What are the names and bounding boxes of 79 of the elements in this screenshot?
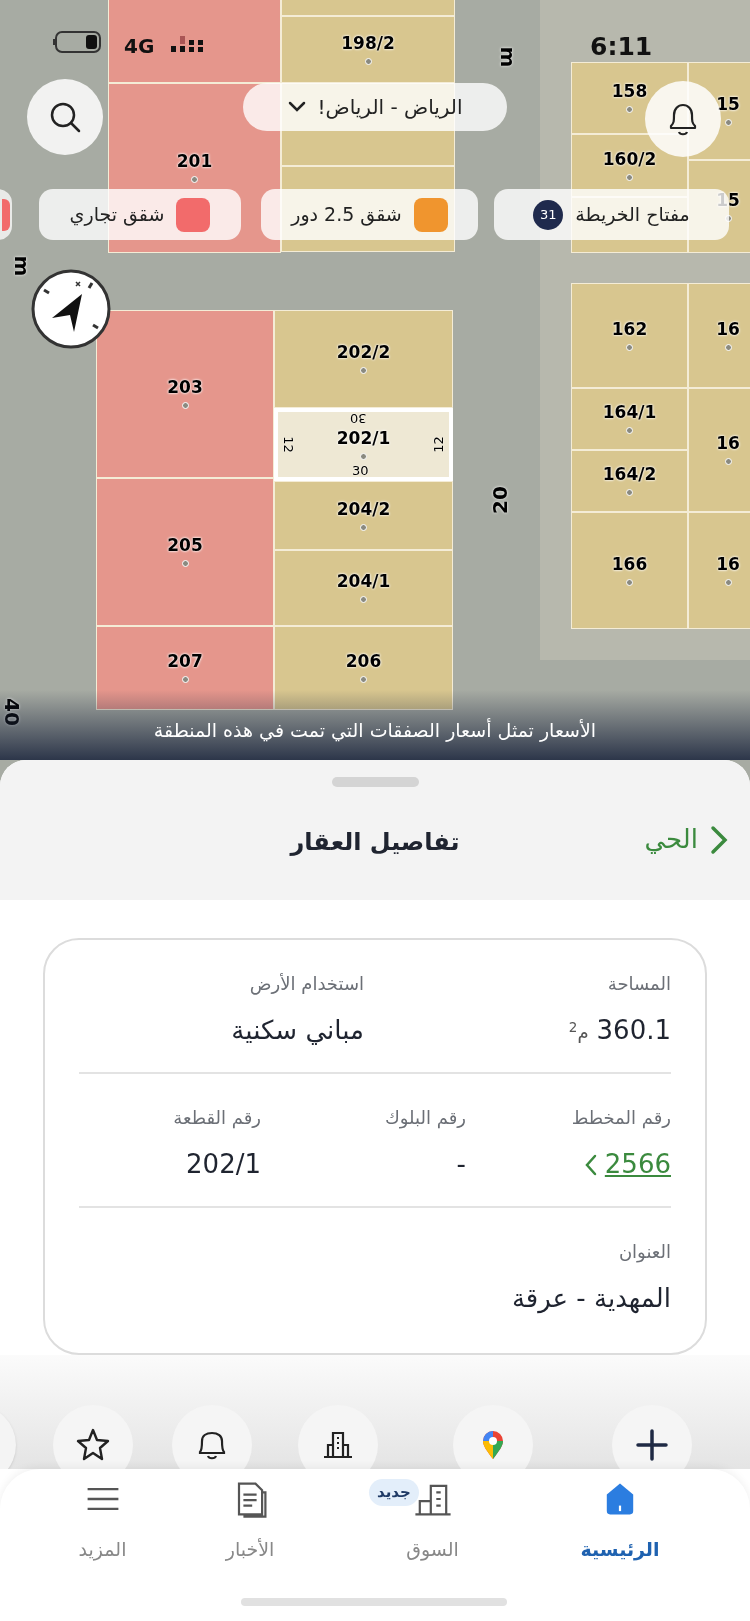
plot-number: 202/2 — [336, 344, 391, 361]
land-plot[interactable]: 164/1 — [571, 388, 688, 450]
field-label: العنوان — [618, 1240, 671, 1265]
compass-icon[interactable] — [30, 268, 112, 350]
plot-number: 202/1 — [336, 429, 391, 447]
new-badge: جديد — [369, 1479, 419, 1506]
plot-number: 16 — [716, 555, 740, 573]
clock-time: 6:11 — [590, 31, 653, 63]
action-button[interactable] — [298, 1405, 378, 1469]
field-label: رقم البلوك — [385, 1106, 466, 1131]
plot-number: 16 — [716, 320, 740, 338]
street-label: m — [498, 46, 519, 68]
plot-number: 206 — [345, 653, 382, 670]
plot-number: 166 — [611, 555, 648, 573]
land-plot[interactable]: 198/2 — [281, 16, 455, 83]
nav-tab[interactable]: المزيد — [40, 1477, 165, 1564]
street-label: 20 — [489, 486, 510, 514]
street-label: m — [12, 255, 33, 277]
legend-swatch — [2, 198, 10, 231]
nav-tab[interactable]: الأخبار — [165, 1477, 335, 1564]
land-plot[interactable]: 166 — [571, 512, 688, 629]
plot-number: 204/2 — [336, 500, 391, 518]
legend-chip[interactable]: شقق تجاري — [39, 189, 241, 240]
network-type: 4G — [124, 33, 155, 60]
land-plot[interactable]: 16 — [688, 283, 750, 388]
plot-number: 158 — [611, 83, 648, 100]
back-link[interactable]: الحي — [644, 820, 728, 859]
street-label: 40 — [1, 698, 22, 726]
dimension-label: 30 — [350, 412, 367, 425]
field-label: رقم القطعة — [173, 1106, 261, 1131]
plot-number: 207 — [167, 653, 203, 670]
land-plot[interactable]: 16 — [688, 512, 750, 629]
nav-tab[interactable]: الرئيسية — [530, 1477, 710, 1564]
plot-number: 162 — [611, 320, 648, 338]
land-plot[interactable]: 204/1 — [274, 550, 453, 626]
count-badge: 31 — [533, 199, 564, 230]
plan-number-link[interactable]: 2566 — [584, 1145, 671, 1184]
dimension-label: 12 — [281, 436, 295, 453]
dimension-label: 12 — [432, 436, 446, 453]
action-button[interactable] — [53, 1405, 133, 1469]
land-plot[interactable]: 16 — [688, 388, 750, 512]
land-plot[interactable]: 164/2 — [571, 450, 688, 512]
chevron-down-icon — [287, 101, 306, 113]
plot-number: 16 — [716, 435, 740, 452]
plot-number: 198/2 — [341, 34, 395, 52]
dimension-label: 30 — [352, 464, 369, 477]
action-button[interactable] — [612, 1405, 692, 1469]
land-plot[interactable]: 162 — [571, 283, 688, 388]
field-label: استخدام الأرض — [249, 972, 364, 997]
plot-number: 164/1 — [602, 404, 657, 421]
land-plot[interactable]: 205 — [96, 478, 274, 626]
drag-handle[interactable] — [332, 777, 419, 787]
field-value: مباني سكنية — [231, 1014, 364, 1047]
land-plot[interactable]: 207 — [96, 626, 274, 710]
field-label: المساحة — [607, 972, 671, 996]
field-label: رقم المخطط — [571, 1106, 671, 1131]
land-plot[interactable]: 203 — [96, 310, 274, 478]
chevron-right-icon — [710, 824, 728, 855]
action-button[interactable] — [172, 1405, 252, 1469]
legend-chip[interactable]: شقق 2.5 دور — [261, 189, 478, 240]
land-plot[interactable]: 206 — [274, 626, 453, 710]
plot-number: 15 — [716, 96, 740, 113]
sheet-title: تفاصيل العقار — [290, 827, 460, 858]
land-plot[interactable]: 30 12 12 30 202/1 — [274, 408, 453, 481]
field-value: - — [456, 1148, 466, 1181]
plot-number: 204/1 — [336, 573, 391, 590]
plot-number: 160/2 — [602, 150, 657, 168]
chevron-left-icon — [584, 1153, 597, 1176]
battery-icon — [52, 30, 104, 54]
field-value: المهدية - عرقة — [511, 1282, 671, 1316]
land-plot[interactable]: 204/2 — [274, 481, 453, 550]
land-plot[interactable]: 202/2 — [274, 310, 453, 408]
plot-number: 164/2 — [602, 466, 657, 483]
field-value: 360.1 — [596, 1014, 671, 1047]
plot-number: 201 — [176, 153, 213, 170]
plot-number: 205 — [167, 537, 203, 554]
plot-number: 203 — [167, 379, 203, 396]
field-value: 202/1 — [186, 1148, 261, 1181]
location-selector[interactable]: الرياض - الرياض! — [243, 83, 507, 131]
